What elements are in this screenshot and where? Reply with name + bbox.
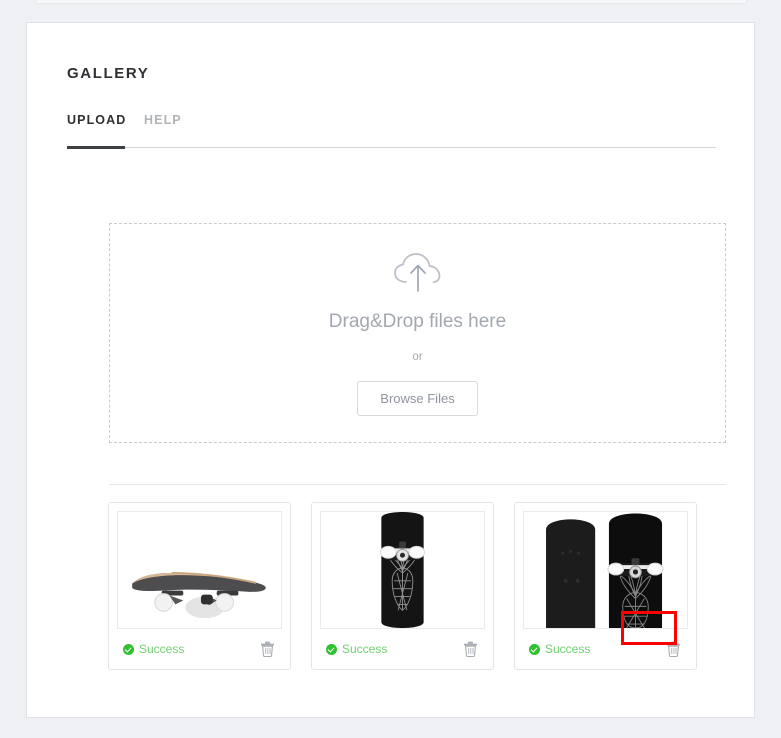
file-thumbnail-3 <box>523 511 688 629</box>
section-divider <box>109 484 726 485</box>
background-panel-edge <box>35 0 747 4</box>
file-card-footer: Success <box>117 629 282 669</box>
trash-icon <box>260 641 274 657</box>
file-card[interactable]: Success <box>514 502 697 670</box>
tab-help[interactable]: HELP <box>144 113 182 141</box>
status-badge: Success <box>123 642 184 656</box>
trash-icon <box>463 641 477 657</box>
tab-upload[interactable]: UPLOAD <box>67 113 126 141</box>
tab-rail <box>67 147 716 148</box>
delete-button[interactable] <box>457 636 483 662</box>
dropzone-or-label: or <box>412 350 423 363</box>
file-dropzone[interactable]: Drag&Drop files here or Browse Files <box>109 223 726 443</box>
active-tab-indicator <box>67 146 125 149</box>
check-circle-icon <box>529 643 540 655</box>
status-label: Success <box>545 642 591 656</box>
tab-bar: UPLOAD HELP <box>67 113 717 161</box>
status-label: Success <box>342 642 388 656</box>
delete-button[interactable] <box>660 636 686 662</box>
file-card[interactable]: Success <box>311 502 494 670</box>
dropzone-title: Drag&Drop files here <box>328 310 507 332</box>
file-card[interactable]: Success <box>108 502 291 670</box>
file-thumbnail-1 <box>117 511 282 629</box>
file-thumbnail-2 <box>320 511 485 629</box>
page-title: GALLERY <box>67 65 150 82</box>
browse-files-button[interactable]: Browse Files <box>357 380 478 416</box>
check-circle-icon <box>123 643 134 655</box>
check-circle-icon <box>326 643 337 655</box>
status-badge: Success <box>326 642 387 656</box>
file-card-footer: Success <box>523 629 688 669</box>
file-card-footer: Success <box>320 629 485 669</box>
trash-icon <box>666 641 680 657</box>
uploaded-file-list: Success Success Success <box>108 502 728 670</box>
cloud-upload-icon <box>390 251 446 295</box>
delete-button[interactable] <box>254 636 280 662</box>
status-badge: Success <box>529 642 590 656</box>
gallery-panel: GALLERY UPLOAD HELP Drag&Drop files here… <box>26 22 755 718</box>
status-label: Success <box>139 642 185 656</box>
